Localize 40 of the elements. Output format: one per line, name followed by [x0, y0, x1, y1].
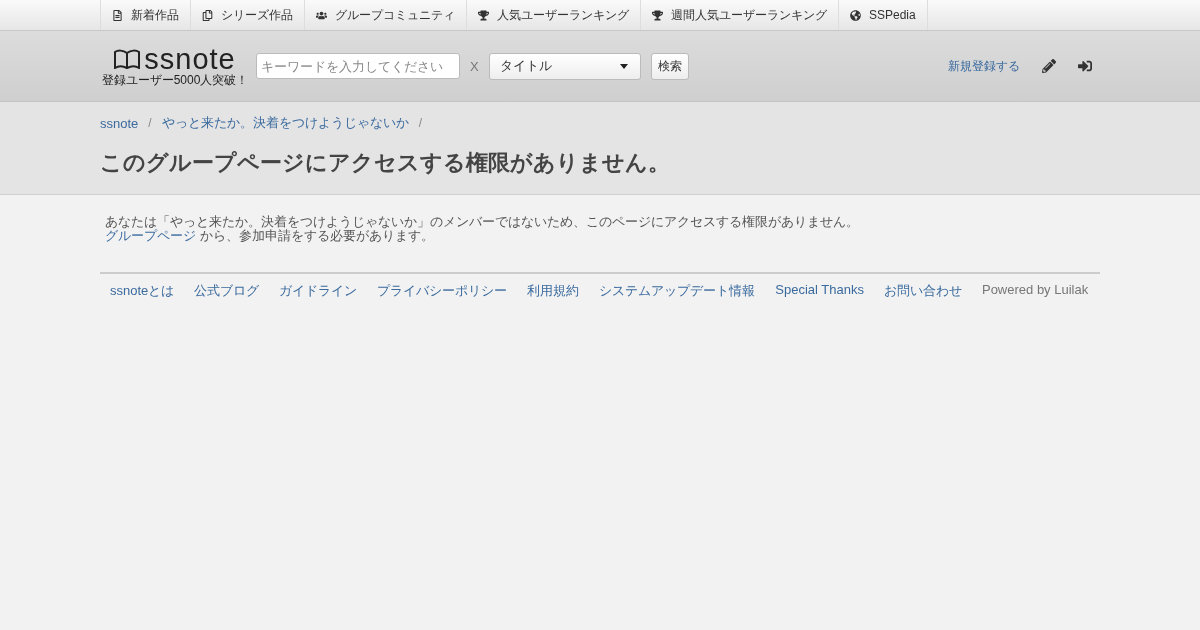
- breadcrumb-separator: /: [418, 116, 422, 130]
- nav-tab[interactable]: 人気ユーザーランキング: [467, 0, 641, 30]
- nav-tab[interactable]: 週間人気ユーザーランキング: [641, 0, 839, 30]
- breadcrumb-link[interactable]: ssnote: [100, 115, 139, 131]
- footer-link[interactable]: プライバシーポリシー: [377, 282, 508, 300]
- book-icon: [114, 48, 141, 69]
- pencil-icon[interactable]: [1042, 59, 1056, 73]
- footer-link[interactable]: ガイドライン: [279, 282, 358, 300]
- nav-tab[interactable]: SSPedia: [839, 0, 928, 30]
- sign-in-icon[interactable]: [1078, 59, 1092, 73]
- page-title: このグループページにアクセスする権限がありません。: [100, 149, 671, 177]
- group-page-link[interactable]: グループページ: [105, 229, 196, 243]
- message-text: から、参加申請をする必要があります。: [200, 229, 434, 243]
- logo-text: ssnote: [144, 44, 236, 73]
- clear-label: X: [470, 58, 479, 74]
- tagline: 登録ユーザー5000人突破！: [101, 72, 249, 88]
- powered-by-text: Powered by Luilak: [981, 282, 1089, 299]
- breadcrumb-link[interactable]: やっと来たか。決着をつけようじゃないか: [161, 114, 409, 132]
- footer-link[interactable]: システムアップデート情報: [599, 282, 756, 300]
- search-field[interactable]: キーワードを入力してください: [256, 53, 460, 79]
- users-icon: [316, 9, 327, 21]
- footer-link[interactable]: Special Thanks: [775, 282, 864, 300]
- search-button[interactable]: 検索: [650, 52, 689, 80]
- footer-link[interactable]: ssnoteとは: [110, 282, 175, 300]
- caret-icon: [619, 63, 628, 69]
- message-text: あなたは「やっと来たか。決着をつけようじゃないか」のメンバーではないため、このページにアクセスする権限がありません。: [105, 215, 860, 229]
- copy-icon: [202, 9, 213, 21]
- scope-dropdown[interactable]: タイトル: [488, 52, 641, 80]
- nav-tab[interactable]: グループコミュニティ: [305, 0, 467, 30]
- nav-tab[interactable]: シリーズ作品: [191, 0, 305, 30]
- register-link[interactable]: 新規登録する: [948, 57, 1020, 75]
- nav-tab[interactable]: 新着作品: [101, 0, 191, 30]
- footer-link[interactable]: 公式ブログ: [194, 282, 260, 300]
- footer-link[interactable]: お問い合わせ: [883, 282, 962, 300]
- trophy-icon: [478, 9, 489, 21]
- footer-link[interactable]: 利用規約: [527, 282, 580, 300]
- globe-icon: [850, 9, 861, 21]
- document-icon: [112, 9, 123, 21]
- breadcrumb-separator: /: [148, 116, 152, 130]
- trophy-icon: [652, 9, 663, 21]
